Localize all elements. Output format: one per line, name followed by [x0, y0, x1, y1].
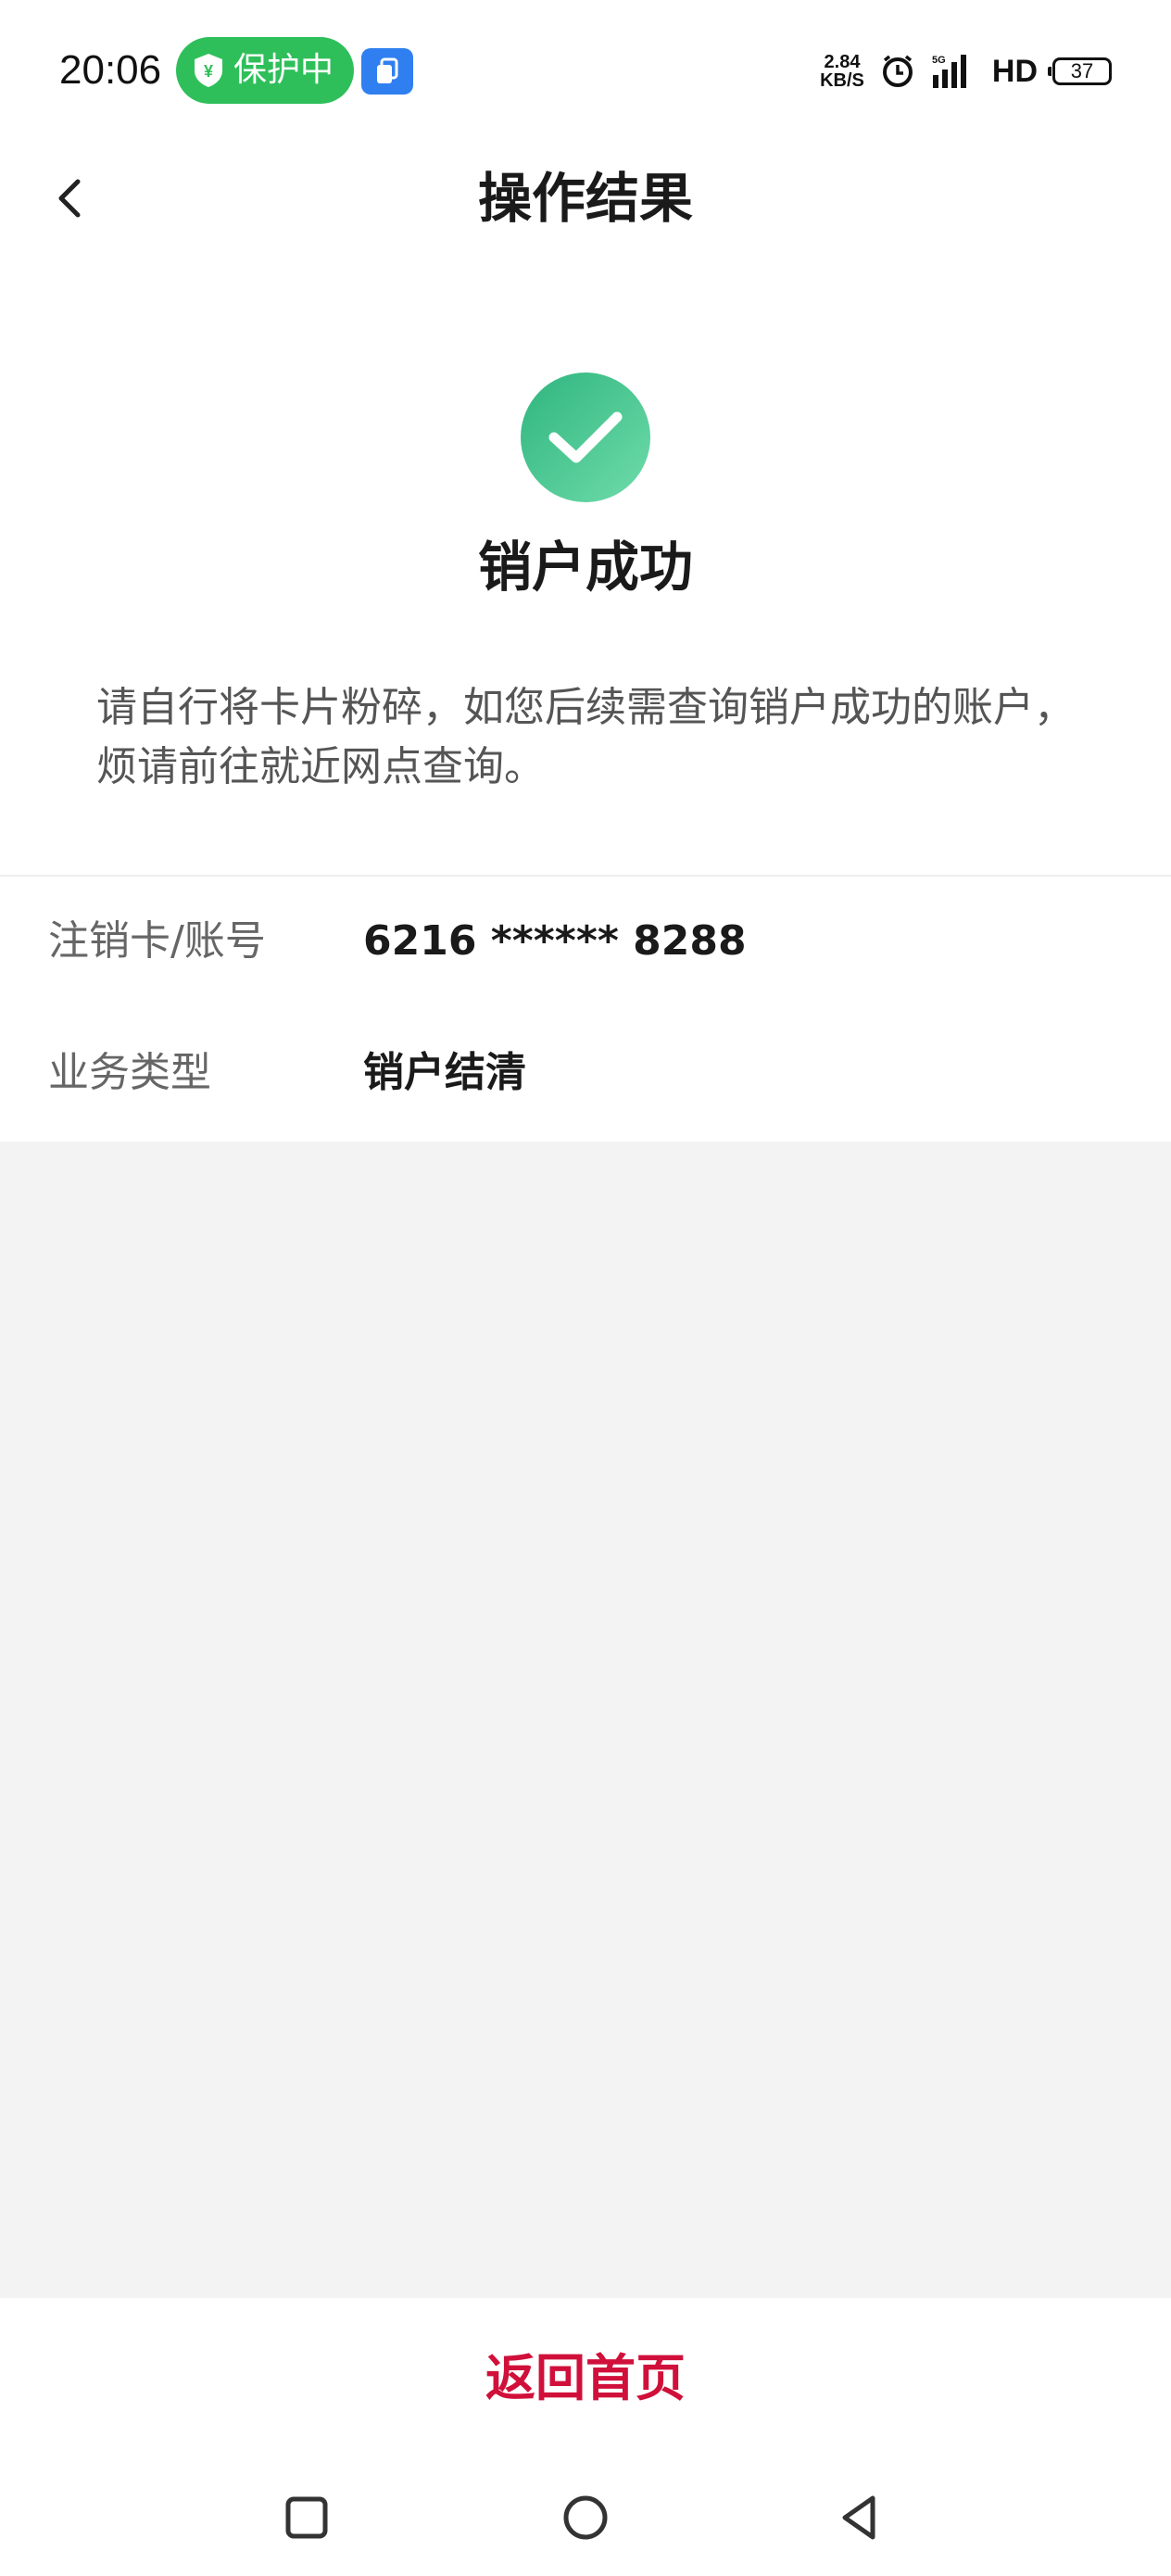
alarm-clock-icon — [882, 55, 913, 87]
network-speed: 2.84 KB/S — [820, 53, 864, 90]
home-circle-icon[interactable] — [553, 2485, 618, 2550]
hd-indicator: HD — [991, 53, 1038, 89]
recent-apps-icon[interactable] — [274, 2485, 339, 2550]
protection-badge[interactable]: ¥ 保护中 — [176, 37, 354, 104]
network-speed-unit: KB/S — [820, 70, 864, 91]
result-section: 销户成功 请自行将卡片粉碎，如您后续需查询销户成功的账户，烦请前往就近网点查询。 — [0, 256, 1171, 877]
signal-5g-icon: 5G — [932, 55, 966, 88]
svg-text:5G: 5G — [932, 55, 946, 66]
network-speed-value: 2.84 — [824, 52, 861, 72]
svg-text:¥: ¥ — [204, 62, 213, 81]
battery-icon: 37 — [1048, 57, 1112, 85]
result-title: 销户成功 — [477, 536, 693, 599]
return-home-button[interactable]: 返回首页 — [0, 2298, 1171, 2459]
battery-level: 37 — [1070, 59, 1094, 82]
system-navigation-bar — [0, 2459, 1171, 2576]
detail-list: 注销卡/账号 6216 ****** 8288 业务类型 销户结清 — [0, 877, 1171, 1142]
status-indicators: 2.84 KB/S 5G HD 37 — [820, 48, 1112, 95]
bottom-bar: 返回首页 — [0, 2298, 1171, 2576]
shield-icon: ¥ — [195, 54, 222, 87]
account-value: 6216 ****** 8288 — [363, 917, 747, 965]
nav-bar: 操作结果 — [0, 141, 1171, 256]
detail-row-business-type: 业务类型 销户结清 — [0, 1017, 1171, 1129]
business-type-value: 销户结清 — [363, 1049, 526, 1096]
status-bar: 20:06 ¥ 保护中 2.84 KB/S 5G HD 37 — [0, 0, 1171, 141]
business-type-label: 业务类型 — [48, 1049, 211, 1096]
clipboard-icon[interactable] — [361, 48, 413, 95]
page-title: 操作结果 — [477, 167, 693, 230]
detail-row-account: 注销卡/账号 6216 ****** 8288 — [0, 886, 1171, 997]
success-check-icon — [521, 373, 650, 502]
back-triangle-icon[interactable] — [828, 2485, 893, 2550]
protection-label: 保护中 — [233, 51, 334, 89]
account-label: 注销卡/账号 — [48, 917, 266, 965]
result-description: 请自行将卡片粉碎，如您后续需查询销户成功的账户，烦请前往就近网点查询。 — [96, 684, 1075, 790]
status-time: 20:06 — [59, 47, 162, 93]
